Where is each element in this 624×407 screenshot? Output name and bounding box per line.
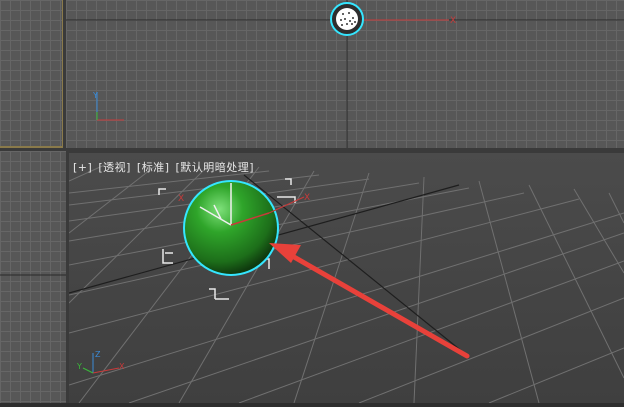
viewport-bottom-left[interactable] — [0, 151, 66, 403]
bottom-left-canvas — [0, 274, 66, 276]
gizmo-axis-x2-label: X — [304, 193, 310, 203]
bottom-edge — [0, 403, 624, 407]
perspective-viewport-label: [+] [透视] [标准] [默认明暗处理] — [73, 159, 256, 175]
viewport-menu-lighting[interactable]: [默认明暗处理] — [176, 161, 255, 174]
tripod-y-line — [82, 367, 94, 374]
perspective-grid — [69, 162, 624, 403]
tripod-y-label: Y — [76, 362, 82, 371]
tripod-y-label: Y — [92, 91, 98, 100]
viewport-perspective[interactable]: X X Z Y X [+] [透视] [标准] [默认明暗处理] — [69, 153, 624, 403]
active-viewport-border — [62, 0, 63, 148]
viewport-top-left[interactable] — [0, 0, 63, 148]
viewport-layout: X Y X X Z Y X [+] [透视] [标准] [默认明暗处理] — [0, 0, 624, 407]
tripod-x-label: X — [119, 362, 125, 371]
world-y-axis-line — [243, 174, 465, 354]
active-viewport-border-bottom — [0, 146, 63, 148]
viewport-menu-plus[interactable]: [+] — [73, 161, 92, 174]
viewport-top[interactable]: X Y — [66, 0, 624, 148]
tripod-z-label: Z — [95, 350, 101, 359]
pointer-arrow-icon — [269, 243, 470, 359]
sphere-top-view-highlight — [336, 8, 358, 30]
gizmo-axis-x-label: X — [178, 194, 184, 204]
top-axis-x-label: X — [450, 16, 456, 26]
top-viewport-canvas: X Y — [66, 0, 624, 148]
viewport-menu-shading[interactable]: [标准] — [137, 161, 170, 174]
perspective-canvas: X X Z Y X — [69, 162, 624, 403]
viewport-menu-view[interactable]: [透视] — [98, 161, 131, 174]
